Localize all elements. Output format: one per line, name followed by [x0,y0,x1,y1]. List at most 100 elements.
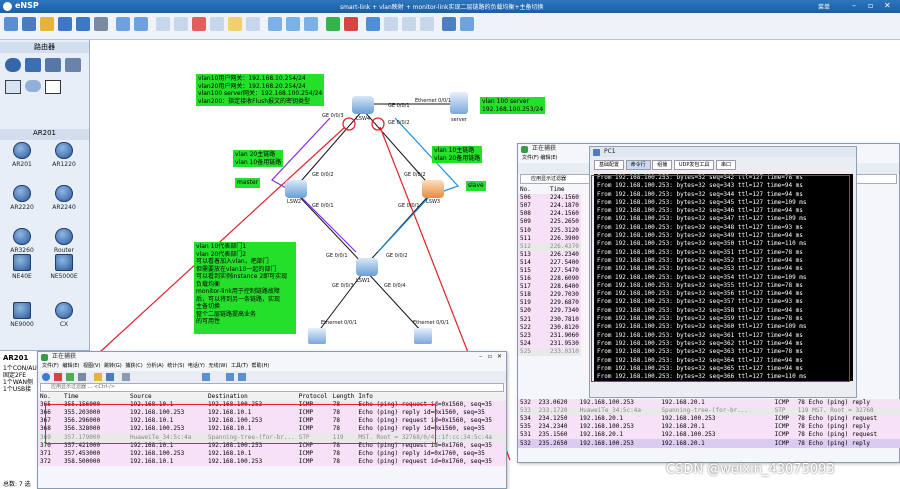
table-row[interactable]: 509 225.2650 [518,218,581,227]
table-row[interactable]: 371 357.453000 192.168.100.253 192.168.10.1… [38,449,506,458]
menu-item[interactable]: 跳转(G) [104,363,122,369]
note-lsw3-links[interactable]: vlan 10主链路 vlan 20备用链路 [432,146,483,163]
table-row[interactable]: 516 228.6090 [518,275,581,284]
label-lsw3: LSW3 [426,199,441,205]
table-row[interactable]: 515 227.5470 [518,266,581,276]
port-label: GE 0/0/2 [386,253,408,259]
note-slave[interactable]: slave [466,181,486,191]
table-row[interactable]: 522 230.8120 [518,323,581,332]
table-row[interactable]: 521 230.7810 [518,315,581,324]
table-row[interactable]: 534 234.1250 192.168.20.1 192.168.100.253 IC… [518,415,900,424]
port-label: Ethernet 0/0/1 [415,98,452,104]
port-label: GE 0/0/2 [388,120,410,126]
tab-basic-config[interactable]: 基础配置 [594,160,625,170]
col-header[interactable]: Time [548,186,581,194]
table-row[interactable]: 535 234.2340 192.168.100.253 192.168.20.1 IC… [518,423,900,432]
table-row[interactable]: 531 235.1560 192.168.20.1 192.168.100.253 IC… [518,431,900,440]
shark-fin-icon[interactable] [42,373,50,381]
server-icon[interactable] [450,92,468,114]
col-header[interactable]: Info [356,393,506,401]
port-label: GE 0/0/1 [388,103,410,109]
menu-item[interactable]: 视图(V) [83,363,100,369]
search-icon[interactable] [122,373,130,381]
table-row[interactable]: 507 224.1870 [518,202,581,211]
maximize-icon[interactable]: ▫ [488,352,492,362]
switch-lsw2-icon[interactable] [285,180,307,198]
zoom-in-icon[interactable] [226,373,234,381]
table-row[interactable]: 520 229.7340 [518,307,581,316]
menu-item[interactable]: 文件(F) [42,363,59,369]
menu-item[interactable]: 帮助(H) [252,363,270,369]
tab-multicast[interactable]: 组播 [652,160,673,170]
open-file-icon[interactable] [94,373,102,381]
table-row[interactable]: 519 229.6870 [518,299,581,308]
table-row[interactable]: 372 358.500000 192.168.10.1 192.168.100.253… [38,457,506,466]
menu-item[interactable]: 分析(A) [146,363,163,369]
table-row[interactable]: 514 227.5400 [518,258,581,267]
col-header[interactable]: Length [331,393,357,401]
pc-icon [593,149,600,156]
pc2-icon[interactable] [414,328,432,344]
menu-item[interactable]: 编辑(E) [62,363,79,369]
pc1-icon[interactable] [308,328,326,344]
port-label: Ethernet 0/0/1 [321,320,358,326]
annotation-box-console [591,175,850,382]
col-header[interactable]: Source [128,393,206,401]
table-row[interactable]: 524 231.9530 [518,339,581,348]
table-row[interactable]: 518 229.7030 [518,291,581,300]
menu-item[interactable]: 工具(T) [231,363,248,369]
note-explain[interactable]: vlan 10代表部门1 vlan 20代表部门2 可以看着加入vlan，把部门… [194,242,296,334]
restart-icon[interactable] [66,373,74,381]
zoom-out-icon[interactable] [238,373,246,381]
table-row[interactable]: 532 235.2650 192.168.100.253 192.168.20.1 IC… [518,439,900,448]
switch-lsw4-icon[interactable] [352,96,374,114]
col-header[interactable]: Destination [206,393,297,401]
pc1-tabs: 基础配置 命令行 组播 UDP发包工具 串口 [594,160,736,171]
table-row[interactable]: 533 233.1720 HuaweiTe_34:5c:4a Spanning-tre… [518,407,900,416]
switch-lsw3-icon[interactable] [422,180,444,198]
table-row[interactable]: 525 233.0310 [518,347,581,356]
port-label: GE 0/0/2 [404,172,426,178]
port-label: GE 0/0/1 [312,203,334,209]
ws2-packet-list[interactable]: No. Time 506 224.1560 507 224.1870 508 224.1… [518,186,581,356]
port-label: GE 0/0/1 [398,203,420,209]
menu-item[interactable]: 无线(W) [208,363,227,369]
ws1-title: 正在捕获 – ▫ ✕ [38,352,506,362]
table-row[interactable]: 512 226.4370 [518,242,581,251]
menu-item[interactable]: 电话(Y) [188,363,205,369]
menu-item[interactable]: 捕获(C) [125,363,142,369]
col-header[interactable]: Time [62,393,128,401]
ws2-packet-list-bottom[interactable]: 532 233.0620 192.168.100.253 192.168.20.1 IC… [518,399,900,448]
colorize-icon[interactable] [202,373,210,381]
switch-lsw1-icon[interactable] [356,258,378,276]
note-vlan-plan[interactable]: vlan10用户网关：192.168.10.254/24 vlan20用户网关：… [196,74,325,106]
menu-item[interactable]: 文件(F) [522,155,539,161]
table-row[interactable]: 511 226.3900 [518,234,581,243]
minimize-icon[interactable]: – [479,352,482,362]
menu-item[interactable]: 编辑(E) [540,155,557,161]
note-server-vlan[interactable]: vlan 100 server 192.168.100.253/24 [480,97,546,114]
table-row[interactable]: 508 224.1560 [518,210,581,219]
col-header[interactable]: Protocol [297,393,331,401]
save-file-icon[interactable] [106,373,114,381]
table-row[interactable]: 513 226.2340 [518,250,581,259]
table-row[interactable]: 510 225.3120 [518,226,581,235]
table-row[interactable]: 506 224.1560 [518,194,581,203]
label-lsw1: LSW1 [356,278,371,284]
stop-icon[interactable] [54,373,62,381]
table-row[interactable]: 523 231.9060 [518,331,581,340]
note-master[interactable]: master [235,178,261,188]
tab-udp-tool[interactable]: UDP发包工具 [673,160,715,170]
ws1-filter-input[interactable]: 应用显示过滤器 … <Ctrl-/> [40,383,504,392]
col-header[interactable]: No. [518,186,548,194]
close-icon[interactable]: ✕ [497,352,502,362]
menu-item[interactable]: 统计(S) [167,363,184,369]
tab-serial[interactable]: 串口 [715,160,736,170]
table-row[interactable]: 532 233.0620 192.168.100.253 192.168.20.1 IC… [518,399,900,408]
ws1-menu: 文件(F) 编辑(E) 视图(V) 跳转(G) 捕获(C) 分析(A) 统计(S… [38,362,506,371]
note-lsw2-links[interactable]: vlan 20主链路 vlan 10备用链路 [233,150,284,167]
tab-cli[interactable]: 命令行 [625,160,651,170]
options-icon[interactable] [78,373,86,381]
col-header[interactable]: No. [38,393,62,401]
table-row[interactable]: 517 228.6400 [518,283,581,292]
